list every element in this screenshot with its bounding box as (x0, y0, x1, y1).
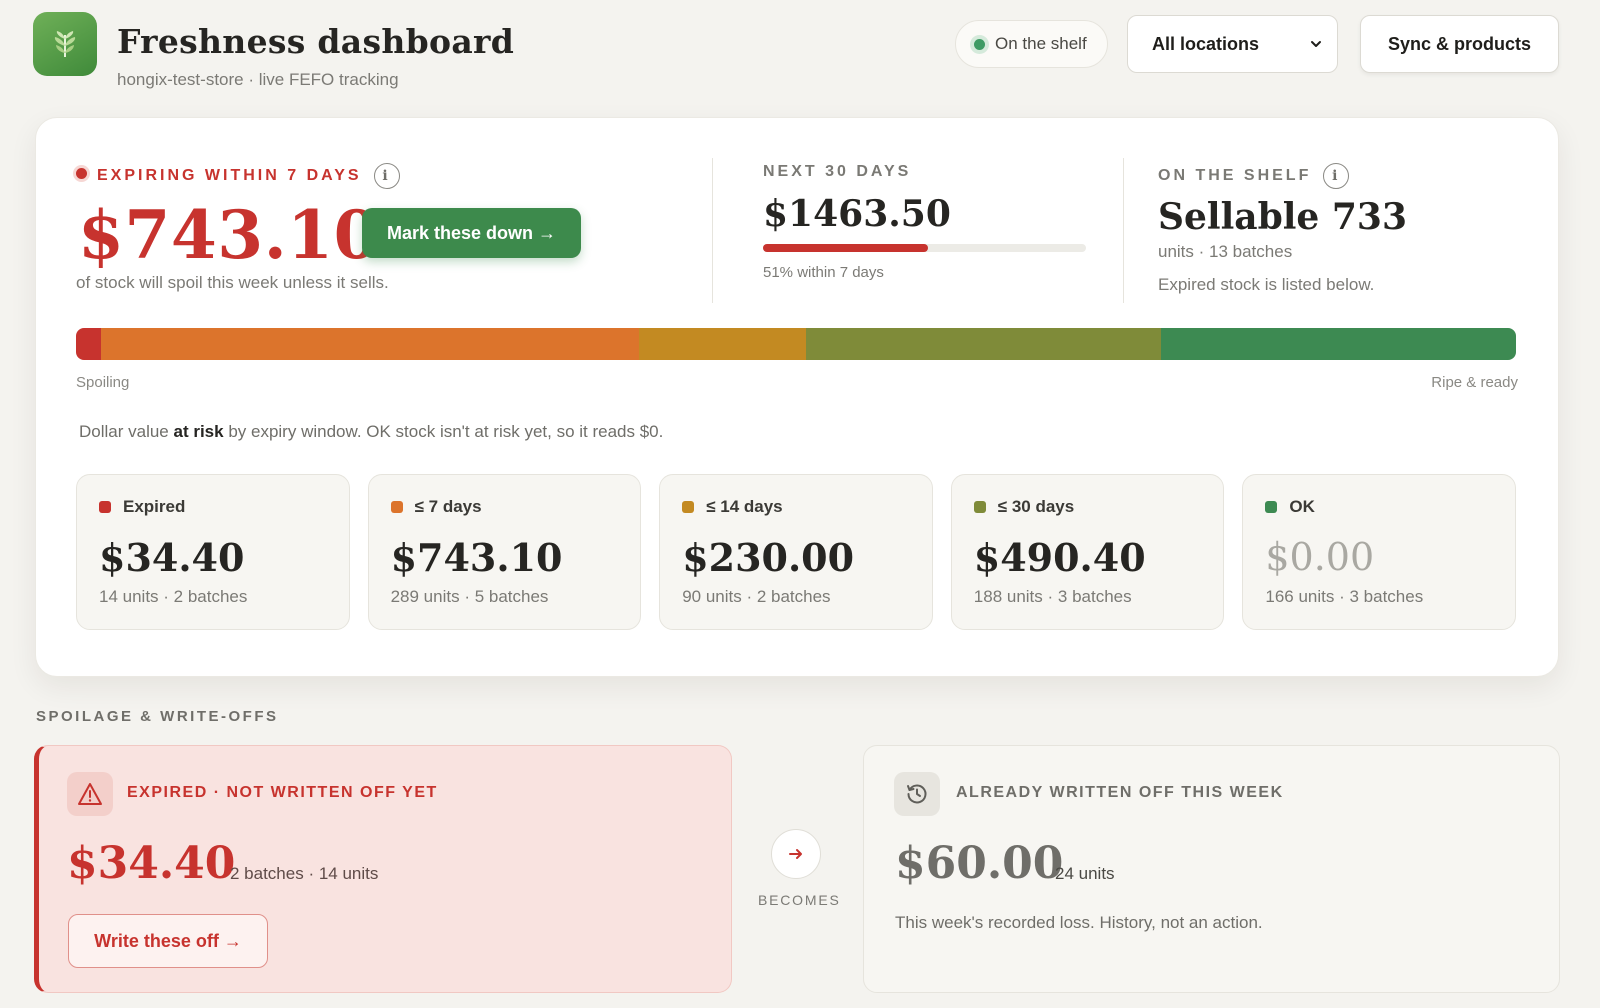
shelf-kpi-label: ON THE SHELF i (1158, 163, 1350, 189)
risk-caption: Dollar value at risk by expiry window. O… (79, 422, 664, 441)
becomes-label: BECOMES (758, 892, 841, 908)
shelf-kpi-value: Sellable 733 (1158, 196, 1408, 238)
freshness-summary-card: EXPIRING WITHIN 7 DAYS i $743.10 Mark the… (35, 117, 1559, 677)
app-header: Freshness dashboard hongix-test-store · … (33, 12, 1561, 89)
risk-bar-segment (805, 328, 1161, 360)
written-panel-note: This week's recorded loss. History, not … (895, 913, 1263, 932)
location-select-value: All locations (1152, 33, 1260, 54)
write-off-button[interactable]: Write these off → (68, 914, 268, 968)
tile-label: ≤ 30 days (997, 497, 1075, 516)
status-label: On the shelf (995, 34, 1087, 53)
shelf-kpi-note: Expired stock is listed below. (1158, 275, 1375, 294)
tile-ok[interactable]: OK $0.00 166 units · 3 batches (1242, 474, 1516, 630)
risk-bar-segment (76, 328, 101, 360)
tile-meta: 166 units · 3 batches (1265, 587, 1424, 606)
tile-color-dot (1265, 501, 1278, 513)
location-select[interactable]: All locations (1127, 15, 1338, 73)
tile-meta: 289 units · 5 batches (390, 587, 549, 606)
expiring-kpi-value: $743.10 (78, 196, 381, 274)
tile-label: ≤ 14 days (706, 497, 783, 516)
risk-bar-segment (1160, 328, 1516, 360)
expired-panel-meta: 2 batches · 14 units (230, 864, 379, 883)
expiring-kpi-description: of stock will spoil this week unless it … (76, 273, 389, 292)
store-subtitle: hongix-test-store · live FEFO tracking (117, 70, 399, 89)
kpi-divider (1123, 158, 1124, 303)
spoilage-section-label: SPOILAGE & WRITE-OFFS (36, 708, 279, 725)
written-panel-meta: 24 units (1055, 864, 1115, 883)
alert-dot-icon (76, 168, 87, 180)
tile-label: Expired (123, 497, 186, 516)
warning-triangle-icon (67, 772, 113, 816)
expiry-window-tiles: Expired $34.40 14 units · 2 batches ≤ 7 … (76, 474, 1516, 630)
status-dot-icon (974, 38, 985, 50)
history-icon (894, 772, 940, 816)
expired-panel-value: $34.40 (67, 838, 236, 889)
risk-bar-right-label: Ripe & ready (1431, 374, 1518, 391)
expired-not-written-off-panel: EXPIRED · NOT WRITTEN OFF YET $34.40 2 b… (34, 745, 732, 993)
risk-bar-segment (100, 328, 640, 360)
tile-label: OK (1289, 497, 1315, 516)
tile-meta: 188 units · 3 batches (973, 587, 1132, 606)
written-panel-label: ALREADY WRITTEN OFF THIS WEEK (956, 784, 1284, 801)
shelf-status-pill[interactable]: On the shelf (955, 20, 1108, 68)
leaf-logo-icon (33, 12, 97, 76)
tile-meta: 14 units · 2 batches (99, 587, 248, 606)
next30-kpi-value: $1463.50 (763, 193, 951, 235)
tile-color-dot (682, 501, 695, 513)
written-off-this-week-panel: ALREADY WRITTEN OFF THIS WEEK $60.00 24 … (863, 745, 1560, 993)
page-title: Freshness dashboard (117, 22, 515, 61)
tile-value: $34.40 (99, 535, 245, 580)
next30-progress-bar (763, 244, 1086, 252)
tile-14-days[interactable]: ≤ 14 days $230.00 90 units · 2 batches (659, 474, 933, 630)
tile-expired[interactable]: Expired $34.40 14 units · 2 batches (76, 474, 350, 630)
info-icon[interactable]: i (373, 163, 400, 189)
written-panel-value: $60.00 (895, 838, 1064, 889)
tile-color-dot (973, 501, 986, 513)
sync-products-button[interactable]: Sync & products (1360, 15, 1559, 73)
expiring-kpi-label: EXPIRING WITHIN 7 DAYS i (76, 163, 400, 189)
risk-bar-segment (639, 328, 806, 360)
tile-value: $490.40 (973, 535, 1146, 580)
next30-kpi-label: NEXT 30 DAYS (763, 163, 912, 180)
tile-30-days[interactable]: ≤ 30 days $490.40 188 units · 3 batches (950, 474, 1225, 630)
expired-panel-label: EXPIRED · NOT WRITTEN OFF YET (127, 784, 438, 801)
tile-color-dot (99, 501, 111, 513)
next30-kpi-note: 51% within 7 days (763, 264, 884, 281)
risk-stack-bar (76, 328, 1516, 360)
kpi-divider (712, 158, 713, 303)
shelf-kpi-units: units · 13 batches (1158, 242, 1293, 261)
arrow-right-icon (771, 829, 821, 879)
next30-progress-fill (763, 244, 928, 252)
tile-label: ≤ 7 days (414, 497, 482, 516)
chevron-down-icon (1311, 41, 1321, 47)
tile-value: $230.00 (682, 535, 855, 580)
tile-7-days[interactable]: ≤ 7 days $743.10 289 units · 5 batches (367, 474, 642, 630)
risk-bar-left-label: Spoiling (76, 374, 130, 391)
mark-down-button[interactable]: Mark these down → (362, 208, 581, 258)
tile-value: $743.10 (390, 535, 563, 580)
tile-meta: 90 units · 2 batches (682, 587, 831, 606)
info-icon[interactable]: i (1323, 163, 1350, 189)
tile-value: $0.00 (1265, 535, 1375, 579)
tile-color-dot (390, 501, 403, 513)
